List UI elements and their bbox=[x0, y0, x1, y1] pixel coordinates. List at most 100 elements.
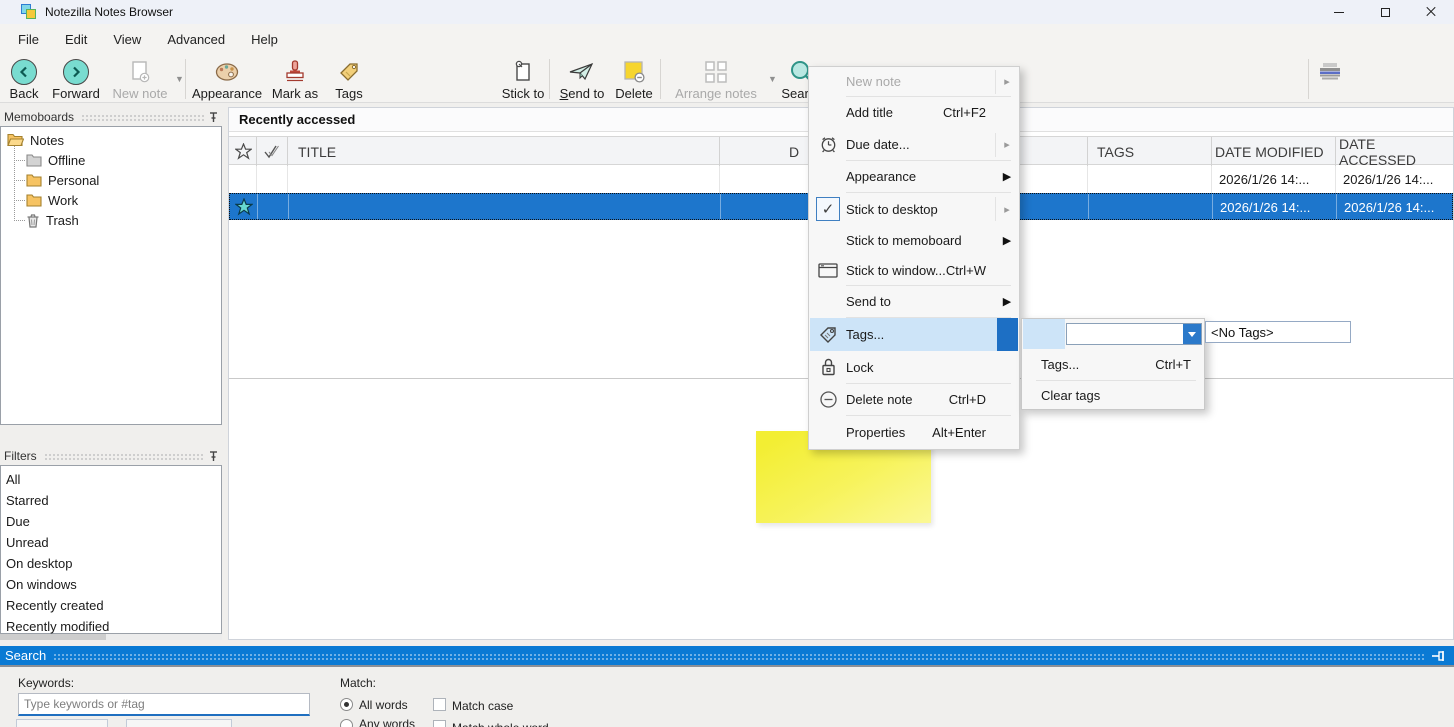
menu-item-properties[interactable]: Properties Alt+Enter bbox=[810, 416, 1018, 449]
minimize-icon bbox=[1334, 12, 1344, 13]
print-button[interactable] bbox=[1318, 62, 1342, 82]
menu-bar: File Edit View Advanced Help bbox=[0, 24, 1454, 55]
tags-submenu: Tags... Ctrl+T Clear tags bbox=[1021, 318, 1205, 410]
tab-recently-accessed[interactable]: Recently accessed bbox=[239, 112, 355, 127]
combobox-dropdown-button[interactable] bbox=[1183, 324, 1201, 344]
back-icon bbox=[11, 59, 37, 85]
tags-button[interactable]: Tags bbox=[328, 57, 370, 101]
arrange-notes-button[interactable]: Arrange notes bbox=[668, 57, 764, 101]
mark-as-button[interactable]: Mark as bbox=[266, 57, 324, 101]
starred-icon[interactable] bbox=[235, 198, 253, 216]
pin-icon[interactable] bbox=[209, 450, 218, 462]
forward-icon bbox=[63, 59, 89, 85]
folder-icon bbox=[26, 194, 42, 207]
maximize-button[interactable] bbox=[1362, 0, 1408, 24]
search-action-button[interactable] bbox=[16, 719, 108, 727]
memoboards-pane-header[interactable]: Memoboards bbox=[0, 107, 222, 126]
note-context-menu: New note ▸ Add title Ctrl+F2 bbox=[808, 66, 1020, 450]
column-checked[interactable] bbox=[257, 137, 287, 166]
menu-item-due-date[interactable]: Due date... ▸ bbox=[810, 129, 1018, 160]
filter-unread[interactable]: Unread bbox=[6, 532, 216, 553]
forward-button[interactable]: Forward bbox=[47, 57, 105, 101]
menu-item-tags[interactable]: Tags... bbox=[810, 318, 1018, 351]
appearance-button[interactable]: Appearance bbox=[192, 57, 262, 101]
menu-edit[interactable]: Edit bbox=[65, 32, 87, 47]
appearance-icon bbox=[214, 58, 240, 85]
tree-item-work[interactable]: Work bbox=[26, 190, 78, 210]
radio-all-words[interactable] bbox=[340, 698, 353, 711]
filter-on-windows[interactable]: On windows bbox=[6, 574, 216, 595]
filter-on-desktop[interactable]: On desktop bbox=[6, 553, 216, 574]
submenu-arrow-icon: ▶ bbox=[996, 295, 1018, 308]
checkbox-match-whole-word-label: Match whole word bbox=[452, 721, 549, 727]
tag-combobox-field[interactable] bbox=[1067, 324, 1183, 344]
filters-pane-header[interactable]: Filters bbox=[0, 446, 222, 465]
menu-item-lock[interactable]: Lock bbox=[810, 351, 1018, 383]
minimize-button[interactable] bbox=[1316, 0, 1362, 24]
filters-title: Filters bbox=[4, 449, 37, 463]
new-note-dropdown-icon[interactable]: ▼ bbox=[175, 74, 184, 84]
menu-item-add-title[interactable]: Add title Ctrl+F2 bbox=[810, 97, 1018, 128]
folder-open-icon bbox=[7, 133, 24, 147]
submenu-open-indicator bbox=[997, 318, 1018, 351]
filter-starred[interactable]: Starred bbox=[6, 490, 216, 511]
filter-all[interactable]: All bbox=[6, 469, 216, 490]
menu-item-stick-to-window[interactable]: Stick to window... Ctrl+W bbox=[810, 255, 1018, 285]
filter-due[interactable]: Due bbox=[6, 511, 216, 532]
menu-item-stick-to-memoboard[interactable]: Stick to memoboard ▶ bbox=[810, 225, 1018, 255]
submenu-highlight-strip bbox=[1023, 319, 1065, 349]
tag-combobox[interactable] bbox=[1066, 323, 1202, 345]
column-due-partial[interactable]: D bbox=[789, 137, 799, 166]
close-button[interactable] bbox=[1408, 0, 1454, 24]
search-action-button[interactable] bbox=[126, 719, 232, 727]
tree-item-offline[interactable]: Offline bbox=[26, 150, 85, 170]
menu-item-send-to[interactable]: Send to ▶ bbox=[810, 286, 1018, 317]
tree-item-notes[interactable]: Notes bbox=[7, 130, 64, 150]
pin-icon[interactable] bbox=[1430, 650, 1446, 662]
search-panel-header[interactable]: Search bbox=[0, 646, 1454, 665]
tree-item-personal[interactable]: Personal bbox=[26, 170, 99, 190]
menu-item-appearance[interactable]: Appearance ▶ bbox=[810, 161, 1018, 192]
menu-view[interactable]: View bbox=[113, 32, 141, 47]
checkbox-match-case-label: Match case bbox=[452, 699, 513, 713]
stick-to-icon bbox=[513, 58, 533, 85]
stamp-icon bbox=[285, 58, 305, 85]
check-icon bbox=[263, 144, 281, 159]
folder-icon bbox=[26, 154, 42, 167]
delete-button[interactable]: Delete bbox=[611, 57, 657, 101]
toolbar-separator bbox=[549, 59, 550, 99]
filter-recently-created[interactable]: Recently created bbox=[6, 595, 216, 616]
paper-plane-icon bbox=[569, 58, 595, 85]
printer-icon bbox=[1318, 62, 1342, 82]
toolbar-separator bbox=[660, 59, 661, 99]
submenu-item-clear-tags[interactable]: Clear tags bbox=[1023, 381, 1203, 409]
new-note-button[interactable]: New note bbox=[108, 57, 172, 101]
menu-advanced[interactable]: Advanced bbox=[167, 32, 225, 47]
menu-help[interactable]: Help bbox=[251, 32, 278, 47]
column-tags[interactable]: TAGS bbox=[1097, 137, 1134, 166]
send-to-button[interactable]: Send to bbox=[556, 57, 608, 101]
toolbar-separator bbox=[185, 59, 186, 99]
window-icon bbox=[818, 263, 838, 278]
menu-item-new-note[interactable]: New note ▸ bbox=[810, 67, 1018, 96]
column-date-modified[interactable]: DATE MODIFIED bbox=[1215, 137, 1324, 166]
tree-item-trash[interactable]: Trash bbox=[26, 210, 79, 230]
menu-item-delete-note[interactable]: Delete note Ctrl+D bbox=[810, 384, 1018, 415]
column-starred[interactable] bbox=[229, 137, 257, 166]
current-tags-field[interactable]: <No Tags> bbox=[1205, 321, 1351, 343]
menu-file[interactable]: File bbox=[18, 32, 39, 47]
pane-header-texture bbox=[44, 453, 204, 460]
alarm-clock-icon bbox=[819, 135, 838, 154]
column-date-accessed[interactable]: DATE ACCESSED bbox=[1339, 137, 1453, 166]
column-title[interactable]: TITLE bbox=[298, 137, 336, 166]
submenu-item-tags[interactable]: Tags... Ctrl+T bbox=[1023, 350, 1203, 378]
back-button[interactable]: Back bbox=[2, 57, 46, 101]
menu-item-stick-to-desktop[interactable]: ✓ Stick to desktop ▸ bbox=[810, 193, 1018, 225]
checkbox-match-case[interactable] bbox=[433, 698, 446, 711]
keywords-input[interactable] bbox=[18, 693, 310, 716]
checkbox-match-whole-word[interactable] bbox=[433, 720, 446, 727]
stick-to-button[interactable]: Stick to bbox=[499, 57, 547, 101]
submenu-arrow-icon: ▸ bbox=[996, 75, 1018, 88]
pin-icon[interactable] bbox=[209, 111, 218, 123]
radio-any-words[interactable] bbox=[340, 719, 353, 727]
